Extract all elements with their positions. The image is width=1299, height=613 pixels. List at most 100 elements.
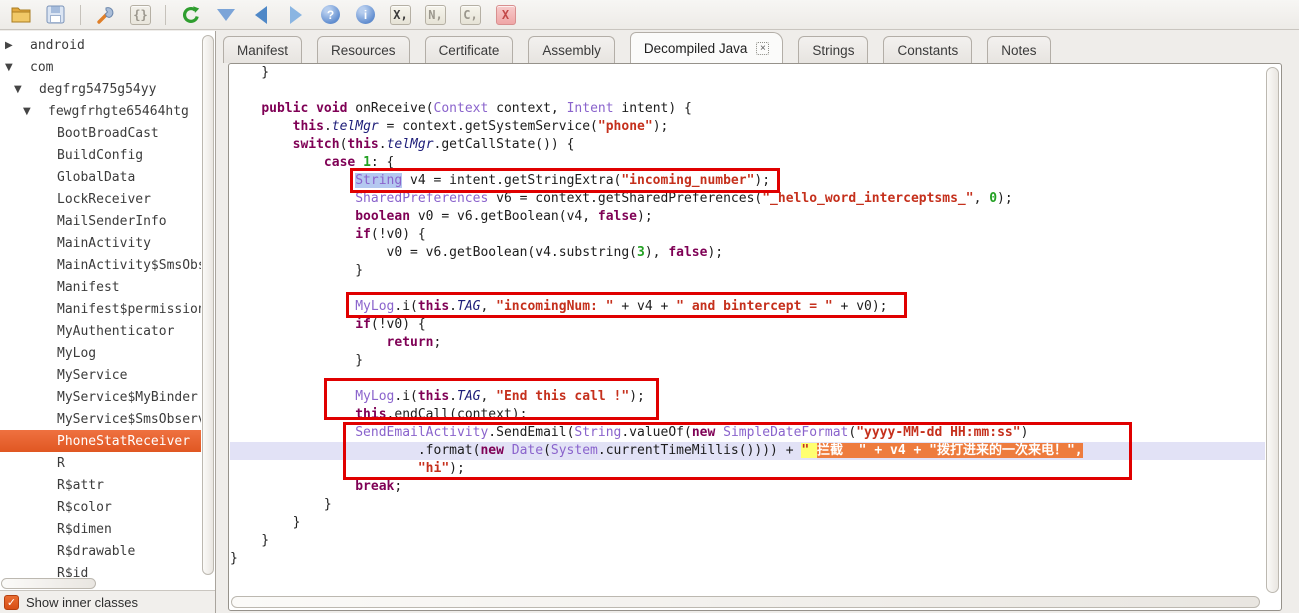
tree-collapsed-icon[interactable]: ▶	[4, 40, 30, 51]
tree-vertical-scrollbar[interactable]	[202, 35, 214, 575]
tab-strings[interactable]: Strings	[798, 36, 868, 63]
tree-item-android[interactable]: ▶android	[0, 34, 201, 56]
tab-label: Resources	[331, 43, 396, 58]
tree-horizontal-scrollbar-thumb[interactable]	[1, 578, 96, 589]
key-n-icon[interactable]: N,	[425, 4, 446, 25]
tree-item-buildconfig[interactable]: BuildConfig	[0, 144, 201, 166]
code-token: }	[230, 515, 300, 530]
tree-item-phonestatreceiver[interactable]: PhoneStatReceiver	[0, 430, 201, 452]
code-token: (!v0) {	[371, 227, 426, 242]
code-token: );	[653, 119, 669, 134]
open-folder-icon[interactable]	[10, 4, 31, 25]
code-line: MyLog.i(this.TAG, "End this call !");	[230, 388, 1265, 406]
tab-certificate[interactable]: Certificate	[425, 36, 514, 63]
tree-item-myauthenticator[interactable]: MyAuthenticator	[0, 320, 201, 342]
tree-item-fewgfrhgte65464htg[interactable]: ▼fewgfrhgte65464htg	[0, 100, 201, 122]
code-token: false	[598, 209, 637, 224]
code-token: .	[379, 137, 387, 152]
editor-horizontal-scrollbar-thumb[interactable]	[231, 596, 1260, 608]
key-c-icon[interactable]: C,	[460, 4, 481, 25]
package-tree[interactable]: ▶android▼com▼degfrg5475g54yy▼fewgfrhgte6…	[0, 34, 201, 577]
scroll-down-icon[interactable]	[215, 4, 236, 25]
decompiled-java-editor[interactable]: } public void onReceive(Context context,…	[228, 63, 1282, 611]
tab-label: Notes	[1001, 43, 1036, 58]
tree-item-com[interactable]: ▼com	[0, 56, 201, 78]
preferences-wrench-icon[interactable]	[95, 4, 116, 25]
info-icon[interactable]: i	[355, 4, 376, 25]
editor-vertical-scrollbar[interactable]	[1266, 67, 1279, 593]
code-token: this	[293, 119, 324, 134]
code-view[interactable]: } public void onReceive(Context context,…	[229, 64, 1265, 596]
search-highlight: "	[801, 443, 817, 458]
code-token: SharedPreferences	[355, 191, 488, 206]
code-token	[230, 479, 355, 494]
code-token: .format(	[230, 443, 480, 458]
tree-item-myservice[interactable]: MyService	[0, 364, 201, 386]
editor-vertical-scrollbar-thumb[interactable]	[1266, 67, 1279, 593]
show-inner-classes-checkbox[interactable]: ✓	[4, 595, 19, 610]
tab-constants[interactable]: Constants	[883, 36, 972, 63]
tree-expanded-icon[interactable]: ▼	[22, 106, 48, 117]
code-token: MyLog	[355, 389, 394, 404]
code-token: "_hello_word_interceptsms_"	[762, 191, 973, 206]
tree-expanded-icon[interactable]: ▼	[13, 84, 39, 95]
tree-item-r$id[interactable]: R$id	[0, 562, 201, 577]
tree-item-r$drawable[interactable]: R$drawable	[0, 540, 201, 562]
tree-horizontal-scrollbar[interactable]	[1, 578, 199, 589]
tree-expanded-icon[interactable]: ▼	[4, 62, 30, 73]
tree-item-myservice$smsobserv[interactable]: MyService$SmsObserv	[0, 408, 201, 430]
tree-item-mailsenderinfo[interactable]: MailSenderInfo	[0, 210, 201, 232]
code-token	[715, 425, 723, 440]
tree-item-r$dimen[interactable]: R$dimen	[0, 518, 201, 540]
reload-icon[interactable]	[180, 4, 201, 25]
code-line: return;	[230, 334, 1265, 352]
tree-item-myservice$mybinder[interactable]: MyService$MyBinder	[0, 386, 201, 408]
tree-item-globaldata[interactable]: GlobalData	[0, 166, 201, 188]
code-token: );	[707, 245, 723, 260]
code-line	[230, 280, 1265, 298]
tab-label: Certificate	[439, 43, 500, 58]
close-x-icon[interactable]: X	[495, 4, 516, 25]
code-token: TAG	[457, 299, 480, 314]
code-line: }	[230, 262, 1265, 280]
code-token	[355, 155, 363, 170]
find-highlight: 拦截 " + v4 + "拨打进来的一次来电！",	[817, 443, 1083, 458]
toolbar-separator	[80, 5, 81, 25]
code-token: ,	[480, 389, 496, 404]
code-token	[230, 335, 387, 350]
tree-item-bootbroadcast[interactable]: BootBroadCast	[0, 122, 201, 144]
tree-item-lockreceiver[interactable]: LockReceiver	[0, 188, 201, 210]
tab-resources[interactable]: Resources	[317, 36, 410, 63]
deobfuscation-x-icon[interactable]: X,	[390, 4, 411, 25]
editor-horizontal-scrollbar[interactable]	[231, 596, 1264, 608]
tree-item-degfrg5475g54yy[interactable]: ▼degfrg5475g54yy	[0, 78, 201, 100]
help-icon[interactable]: ?	[320, 4, 341, 25]
tab-close-icon[interactable]: ×	[756, 42, 769, 55]
tab-decompiled-java[interactable]: Decompiled Java×	[630, 32, 784, 63]
tree-item-label: MyService$MyBinder	[57, 390, 198, 405]
tree-item-manifest$permission[interactable]: Manifest$permission	[0, 298, 201, 320]
tab-manifest[interactable]: Manifest	[223, 36, 302, 63]
tree-item-mylog[interactable]: MyLog	[0, 342, 201, 364]
back-icon[interactable]	[250, 4, 271, 25]
code-line: "hi");	[230, 460, 1265, 478]
code-line: boolean v0 = v6.getBoolean(v4, false);	[230, 208, 1265, 226]
tab-assembly[interactable]: Assembly	[528, 36, 615, 63]
tree-item-r$color[interactable]: R$color	[0, 496, 201, 518]
tree-item-r$attr[interactable]: R$attr	[0, 474, 201, 496]
code-line: }	[230, 496, 1265, 514]
tab-notes[interactable]: Notes	[987, 36, 1050, 63]
tree-item-label: PhoneStatReceiver	[57, 434, 190, 449]
code-token: switch	[293, 137, 340, 152]
code-token: );	[449, 461, 465, 476]
code-line: }	[230, 514, 1265, 532]
braces-icon[interactable]: {}	[130, 4, 151, 25]
save-icon[interactable]	[45, 4, 66, 25]
tree-item-mainactivity$smsobse[interactable]: MainActivity$SmsObse	[0, 254, 201, 276]
tree-item-manifest[interactable]: Manifest	[0, 276, 201, 298]
tree-item-mainactivity[interactable]: MainActivity	[0, 232, 201, 254]
code-token: 3	[637, 245, 645, 260]
tree-vertical-scrollbar-thumb[interactable]	[202, 35, 214, 575]
forward-icon[interactable]	[285, 4, 306, 25]
tree-item-r[interactable]: R	[0, 452, 201, 474]
